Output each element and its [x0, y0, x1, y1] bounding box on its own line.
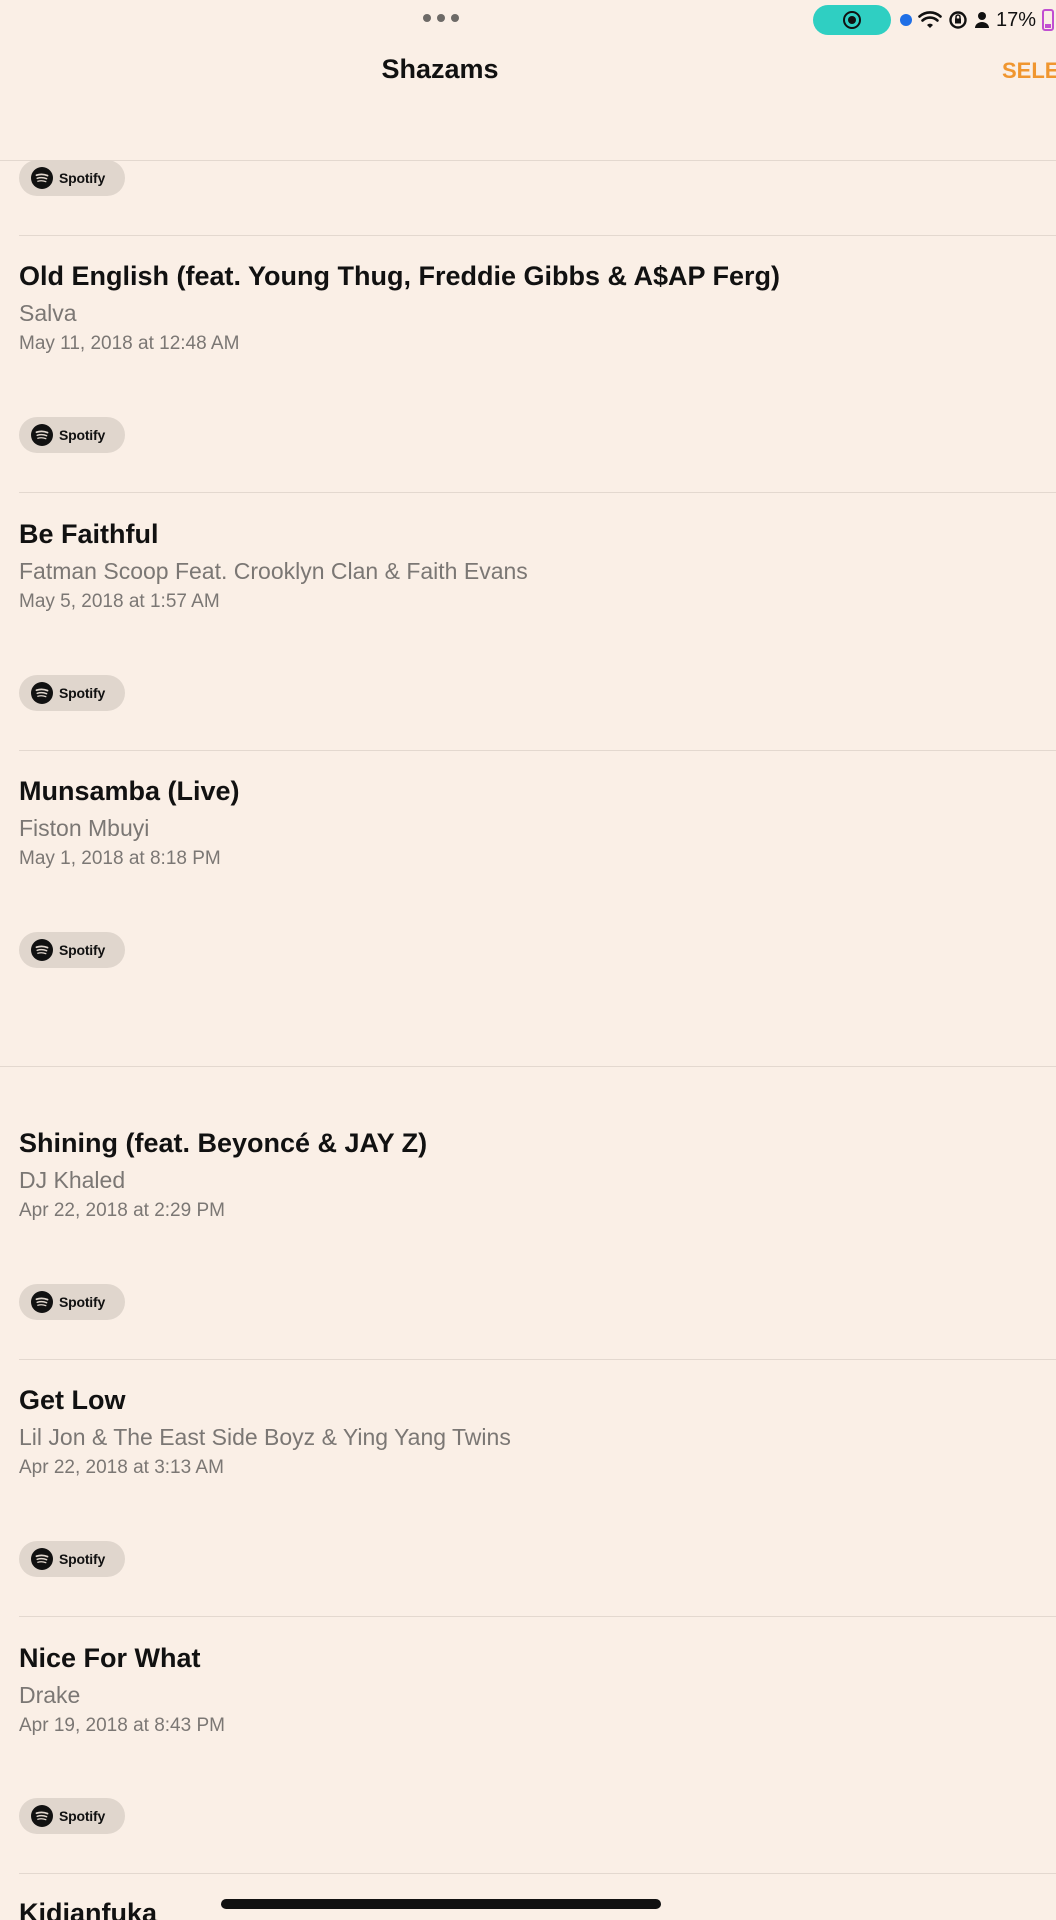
song-date: Apr 22, 2018 at 3:13 AM	[19, 1457, 224, 1478]
spotify-icon	[31, 682, 53, 704]
spotify-button[interactable]: Spotify	[19, 1284, 125, 1320]
status-icons: 17%	[900, 6, 1055, 34]
spotify-icon	[31, 1291, 53, 1313]
home-indicator[interactable]	[221, 1899, 661, 1909]
song-title: Be Faithful	[19, 519, 159, 549]
row-divider	[19, 750, 1056, 751]
list-item[interactable]: Shining (feat. Beyoncé & JAY Z) DJ Khale…	[19, 1125, 1019, 1225]
screen-recording-icon[interactable]	[813, 5, 891, 35]
spotify-label: Spotify	[59, 427, 106, 443]
navigation-bar: Shazams SELE	[0, 40, 1056, 160]
location-dot-icon	[900, 14, 912, 26]
spotify-label: Spotify	[59, 942, 106, 958]
row-divider	[19, 1616, 1056, 1617]
spotify-label: Spotify	[59, 170, 106, 186]
song-artist: Fatman Scoop Feat. Crooklyn Clan & Faith…	[19, 558, 528, 584]
list-item[interactable]: Old English (feat. Young Thug, Freddie G…	[19, 258, 1019, 358]
nav-divider	[0, 160, 1056, 161]
page-title: Shazams	[381, 54, 499, 84]
spotify-icon	[31, 424, 53, 446]
song-artist: Drake	[19, 1682, 81, 1708]
spotify-label: Spotify	[59, 685, 106, 701]
battery-icon	[1042, 9, 1055, 31]
spotify-icon	[31, 167, 53, 189]
song-title: Munsamba (Live)	[19, 776, 240, 806]
row-divider	[19, 1873, 1056, 1874]
section-divider	[0, 1066, 1056, 1067]
spotify-button[interactable]: Spotify	[19, 1541, 125, 1577]
status-bar: 17%	[0, 0, 1056, 40]
list-item[interactable]: Munsamba (Live) Fiston Mbuyi May 1, 2018…	[19, 773, 1019, 873]
song-artist: Fiston Mbuyi	[19, 815, 150, 841]
spotify-icon	[31, 939, 53, 961]
song-title: Old English (feat. Young Thug, Freddie G…	[19, 261, 781, 291]
orientation-lock-icon	[949, 11, 967, 29]
person-icon	[975, 12, 989, 28]
spotify-button[interactable]: Spotify	[19, 160, 125, 196]
spotify-button[interactable]: Spotify	[19, 1798, 125, 1834]
spotify-button[interactable]: Spotify	[19, 417, 125, 453]
spotify-label: Spotify	[59, 1294, 106, 1310]
song-date: May 1, 2018 at 8:18 PM	[19, 848, 221, 869]
list-item[interactable]: Be Faithful Fatman Scoop Feat. Crooklyn …	[19, 516, 1019, 616]
song-title: Get Low	[19, 1385, 126, 1415]
row-divider	[19, 1359, 1056, 1360]
song-artist: DJ Khaled	[19, 1167, 126, 1193]
wifi-icon	[918, 11, 942, 28]
song-date: May 11, 2018 at 12:48 AM	[19, 333, 240, 354]
spotify-label: Spotify	[59, 1808, 106, 1824]
song-date: Apr 19, 2018 at 8:43 PM	[19, 1715, 225, 1736]
song-artist: Salva	[19, 300, 77, 326]
row-divider	[19, 492, 1056, 493]
list-item[interactable]: Nice For What Drake Apr 19, 2018 at 8:43…	[19, 1640, 1019, 1740]
spotify-label: Spotify	[59, 1551, 106, 1567]
song-date: May 5, 2018 at 1:57 AM	[19, 591, 220, 612]
select-button[interactable]: SELE	[1002, 58, 1056, 84]
list-item[interactable]: Get Low Lil Jon & The East Side Boyz & Y…	[19, 1382, 1019, 1482]
song-title: Nice For What	[19, 1643, 201, 1673]
row-divider	[19, 235, 1056, 236]
spotify-icon	[31, 1548, 53, 1570]
battery-percentage: 17%	[996, 8, 1037, 31]
song-title: Shining (feat. Beyoncé & JAY Z)	[19, 1128, 428, 1158]
spotify-button[interactable]: Spotify	[19, 932, 125, 968]
spotify-button[interactable]: Spotify	[19, 675, 125, 711]
song-date: Apr 22, 2018 at 2:29 PM	[19, 1200, 225, 1221]
multitasking-dots-icon[interactable]	[421, 12, 461, 24]
song-artist: Lil Jon & The East Side Boyz & Ying Yang…	[19, 1424, 511, 1450]
spotify-icon	[31, 1805, 53, 1827]
